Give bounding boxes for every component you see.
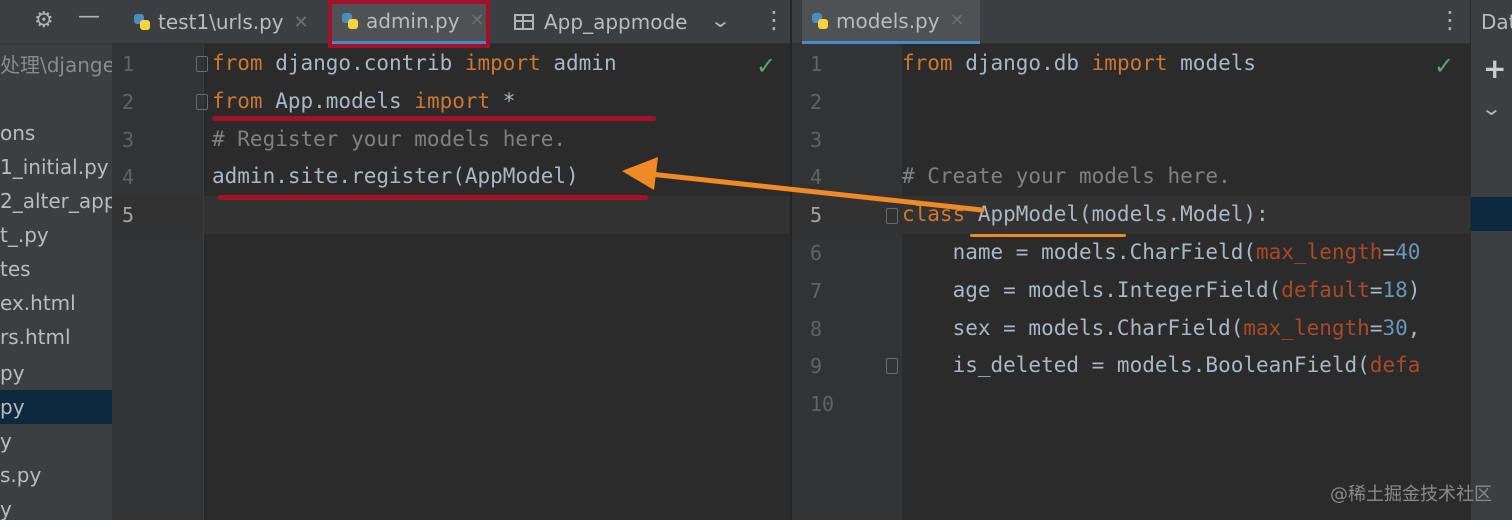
arrow-shaft	[647, 171, 985, 213]
arrow-head	[622, 157, 658, 190]
annotation-arrow	[622, 157, 985, 213]
